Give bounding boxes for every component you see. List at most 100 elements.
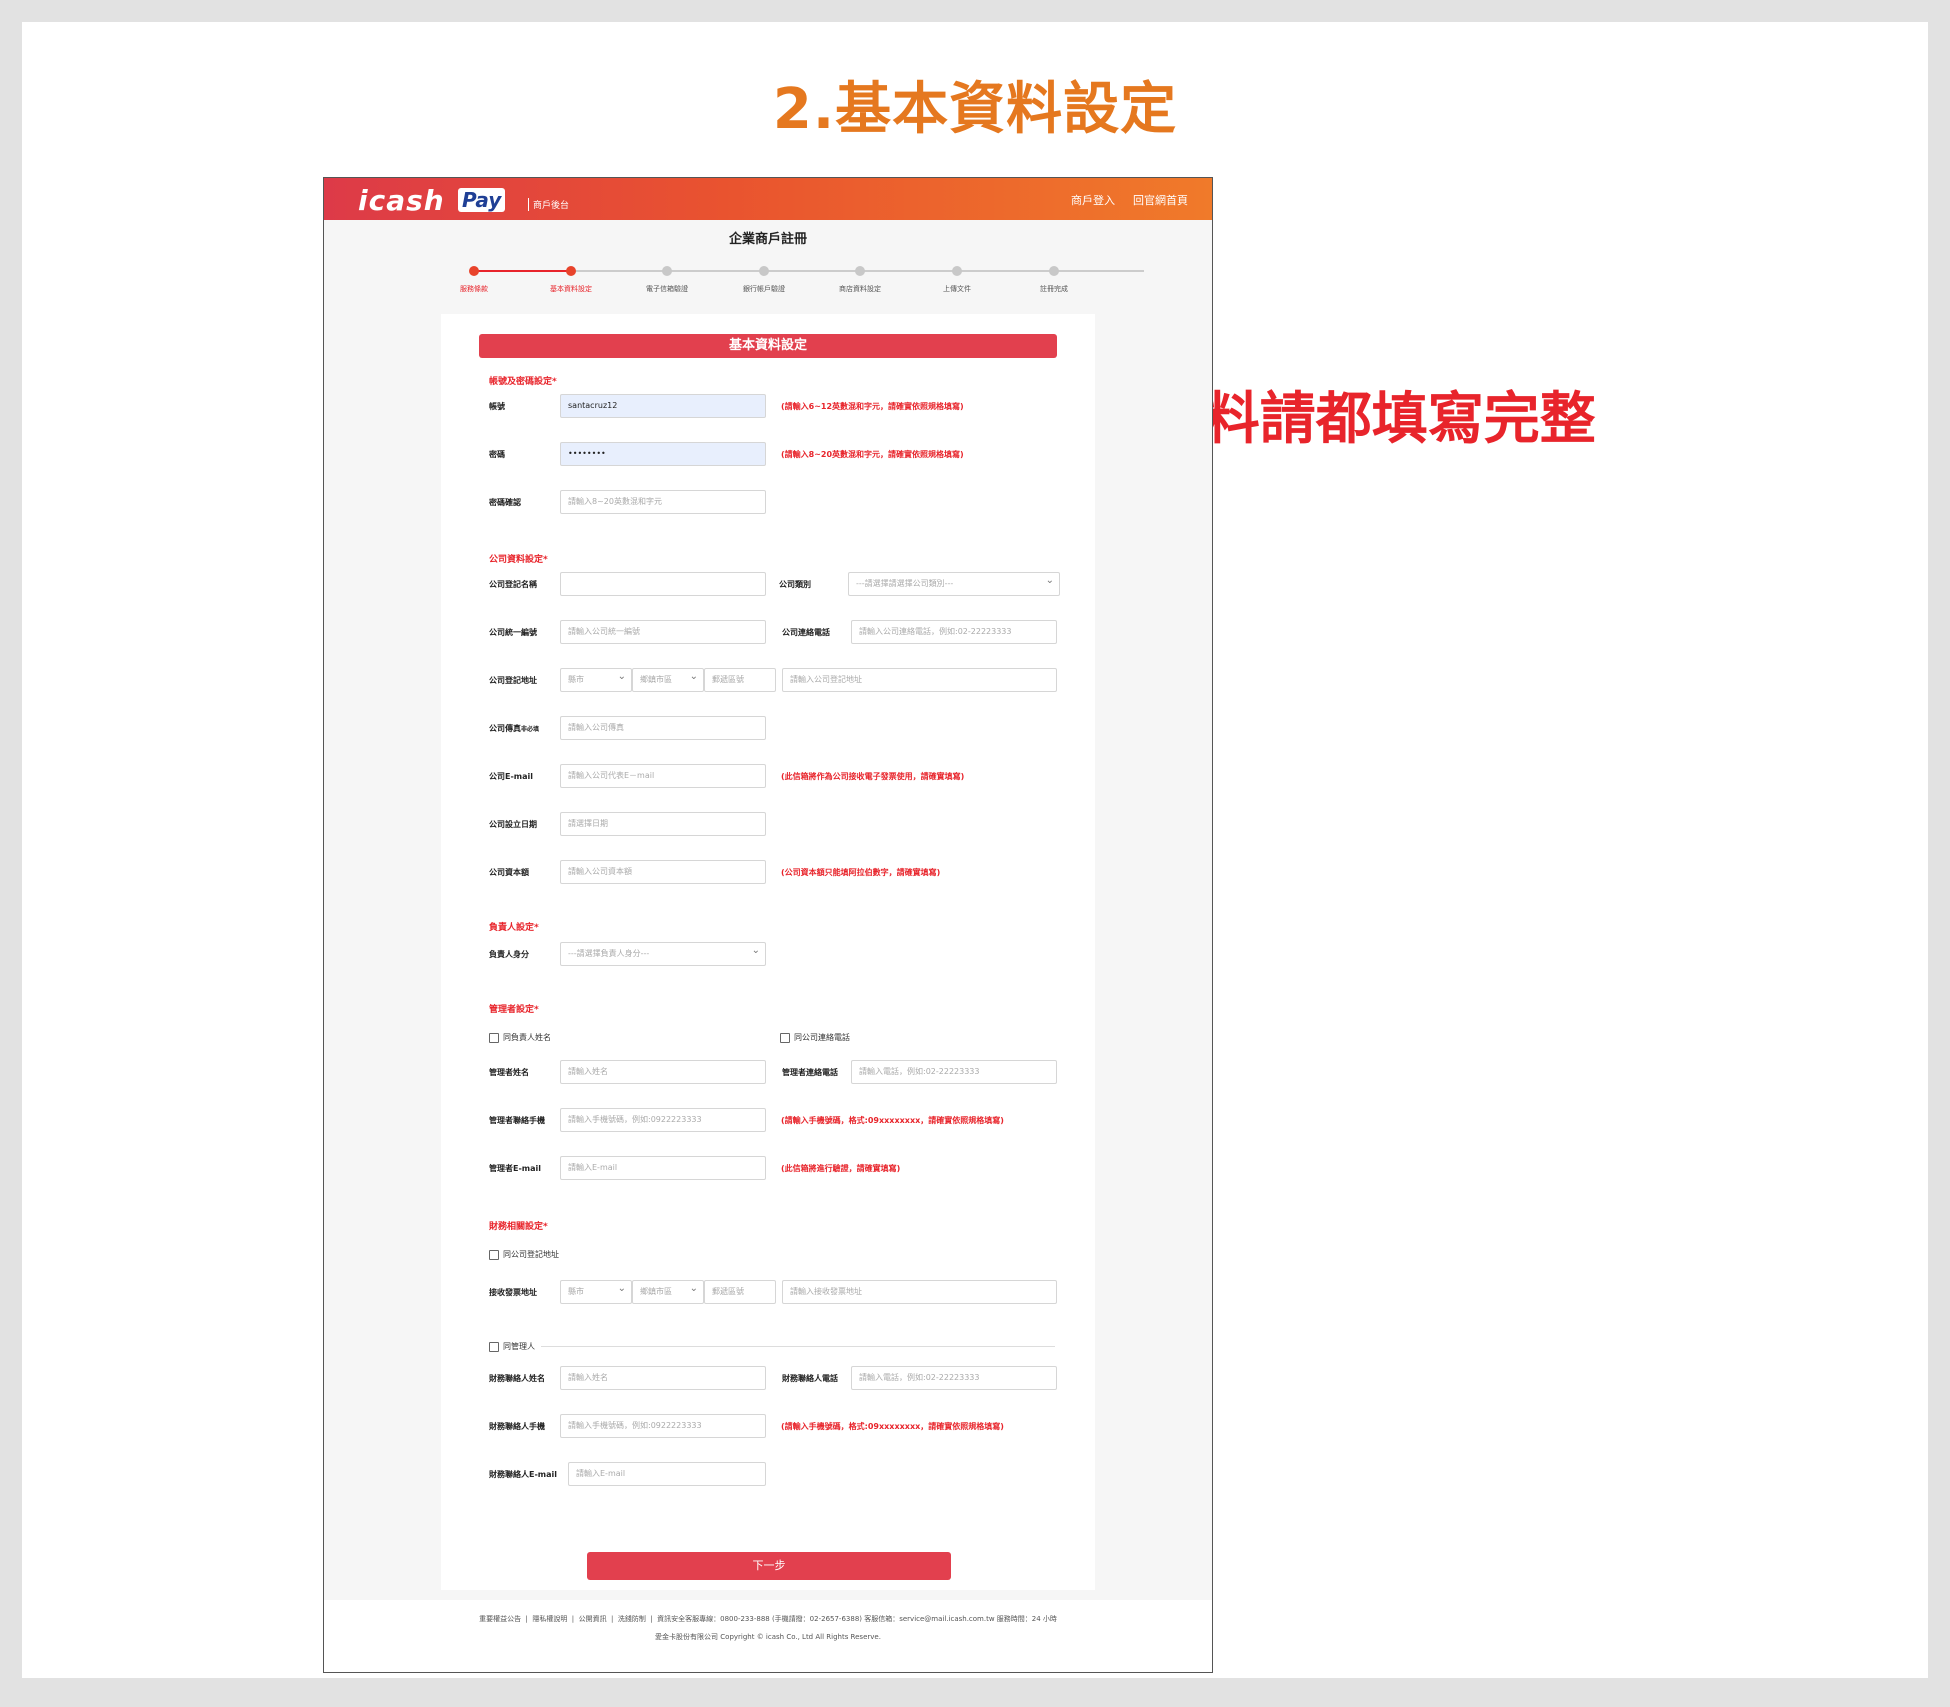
step-dot <box>566 266 576 276</box>
next-step-button[interactable]: 下一步 <box>587 1552 951 1580</box>
company-email-hint: (此信箱將作為公司接收電子發票使用，請確實填寫) <box>781 772 965 781</box>
footer-link-public-info[interactable]: 公開資訊 <box>579 1615 607 1623</box>
page-title: 企業商戶註冊 <box>728 232 807 247</box>
invoice-address-input[interactable]: 請輸入接收發票地址 <box>782 1280 1057 1304</box>
step-dot <box>759 266 769 276</box>
progress-stepper: 服務條款 基本資料設定 電子信箱驗證 銀行帳戶驗證 商店資料設定 上傳文件 註冊… <box>460 266 1144 306</box>
fax-label-text: 公司傳真 <box>489 724 521 733</box>
icash-logo[interactable]: icash <box>358 184 445 217</box>
password-hint: (請輸入8~20英數混和字元，請確實依照規格填寫) <box>781 450 964 459</box>
password-input[interactable]: •••••••• <box>560 442 766 466</box>
form-card: 基本資料設定 帳號及密碼設定* 帳號 santacruz12 (請輸入6~12英… <box>441 314 1095 1590</box>
invoice-city-select[interactable]: 縣市 <box>560 1280 632 1304</box>
company-email-label: 公司E-mail <box>489 772 534 781</box>
company-type-label: 公司類別 <box>779 580 811 589</box>
finance-mobile-label: 財務聯絡人手機 <box>489 1422 545 1431</box>
slide: 2.基本資料設定 ← *資料請都填寫完整 icash Pay 商戶後台 商戶登入… <box>22 22 1928 1678</box>
manager-phone-label: 管理者連絡電話 <box>782 1068 838 1077</box>
fax-optional-tag: 非必填 <box>521 726 540 733</box>
same-company-phone-checkbox[interactable]: 同公司連絡電話 <box>780 1032 850 1043</box>
logo-subtitle: 商戶後台 <box>528 198 569 211</box>
step-dot <box>469 266 479 276</box>
footer-link-rights[interactable]: 重要權益公告 <box>479 1615 521 1623</box>
manager-name-input[interactable]: 請輸入姓名 <box>560 1060 766 1084</box>
divider <box>541 1346 1055 1347</box>
manager-name-label: 管理者姓名 <box>489 1068 529 1077</box>
company-address-label: 公司登記地址 <box>489 676 537 685</box>
manager-email-label: 管理者E-mail <box>489 1164 542 1173</box>
slide-title: 2.基本資料設定 <box>772 77 1178 142</box>
checkbox-label: 同負責人姓名 <box>503 1033 551 1042</box>
manager-phone-input[interactable]: 請輸入電話，例如:02-22223333 <box>851 1060 1057 1084</box>
city-select[interactable]: 縣市 <box>560 668 632 692</box>
step-3: 電子信箱驗證 <box>617 266 717 294</box>
footer-copyright: 愛金卡股份有限公司 Copyright © icash Co., Ltd All… <box>655 1633 881 1641</box>
checkbox-box[interactable] <box>489 1341 499 1352</box>
tax-id-label: 公司統一編號 <box>489 628 537 637</box>
company-address-input[interactable]: 請輸入公司登記地址 <box>782 668 1057 692</box>
pay-logo: Pay <box>458 188 506 212</box>
password-confirm-input[interactable]: 請輸入8~20英數混和字元 <box>560 490 766 514</box>
manager-section-title: 管理者設定* <box>489 1005 539 1015</box>
company-name-input[interactable] <box>560 572 766 596</box>
zip-input[interactable]: 郵遞區號 <box>704 668 776 692</box>
capital-input[interactable]: 請輸入公司資本額 <box>560 860 766 884</box>
account-hint: (請輸入6~12英數混和字元，請確實依照規格填寫) <box>781 402 964 411</box>
form-banner: 基本資料設定 <box>479 334 1057 358</box>
step-5: 商店資料設定 <box>810 266 910 294</box>
district-select[interactable]: 鄉鎮市區 <box>632 668 704 692</box>
step-1: 服務條款 <box>424 266 524 294</box>
manager-mobile-hint: (請輸入手機號碼，格式:09xxxxxxxx，請確實依照規格填寫) <box>781 1116 1004 1125</box>
invoice-zip-input[interactable]: 郵遞區號 <box>704 1280 776 1304</box>
checkbox-box[interactable] <box>780 1032 790 1043</box>
footer-link-aml[interactable]: 洗錢防制 <box>618 1615 646 1623</box>
checkbox-label: 同管理人 <box>503 1342 535 1351</box>
tax-id-input[interactable]: 請輸入公司統一編號 <box>560 620 766 644</box>
same-manager-checkbox[interactable]: 同管理人 <box>489 1341 535 1352</box>
finance-name-label: 財務聯絡人姓名 <box>489 1374 545 1383</box>
company-section-title: 公司資料設定* <box>489 555 548 565</box>
step-2: 基本資料設定 <box>521 266 621 294</box>
finance-phone-label: 財務聯絡人電話 <box>782 1374 838 1383</box>
fax-input[interactable]: 請輸入公司傳真 <box>560 716 766 740</box>
company-phone-input[interactable]: 請輸入公司連絡電話，例如:02-22223333 <box>851 620 1057 644</box>
footer-link-privacy[interactable]: 隱私權說明 <box>532 1615 567 1623</box>
finance-email-label: 財務聯絡人E-mail <box>489 1470 558 1479</box>
checkbox-label: 同公司登記地址 <box>503 1250 559 1259</box>
password-label: 密碼 <box>489 450 505 459</box>
account-input[interactable]: santacruz12 <box>560 394 766 418</box>
finance-section-title: 財務相關設定* <box>489 1222 548 1232</box>
invoice-district-select[interactable]: 鄉鎮市區 <box>632 1280 704 1304</box>
step-7: 註冊完成 <box>1004 266 1104 294</box>
invoice-address-label: 接收發票地址 <box>489 1288 537 1297</box>
fax-label: 公司傳真非必填 <box>489 723 539 734</box>
finance-mobile-input[interactable]: 請輸入手機號碼，例如:0922223333 <box>560 1414 766 1438</box>
owner-identity-select[interactable]: ---請選擇負責人身分--- <box>560 942 766 966</box>
company-email-input[interactable]: 請輸入公司代表E－mail <box>560 764 766 788</box>
manager-mobile-input[interactable]: 請輸入手機號碼，例如:0922223333 <box>560 1108 766 1132</box>
step-dot <box>855 266 865 276</box>
finance-email-input[interactable]: 請輸入E-mail <box>568 1462 766 1486</box>
merchant-login-link[interactable]: 商戶登入 <box>1071 192 1115 208</box>
company-type-select[interactable]: ---請選擇請選擇公司類別--- <box>848 572 1060 596</box>
finance-phone-input[interactable]: 請輸入電話，例如:02-22223333 <box>851 1366 1057 1390</box>
top-bar: icash Pay 商戶後台 商戶登入 回官網首頁 <box>324 178 1212 220</box>
finance-name-input[interactable]: 請輸入姓名 <box>560 1366 766 1390</box>
same-company-address-checkbox[interactable]: 同公司登記地址 <box>489 1249 559 1260</box>
password-confirm-label: 密碼確認 <box>489 498 521 507</box>
official-home-link[interactable]: 回官網首頁 <box>1133 192 1188 208</box>
checkbox-box[interactable] <box>489 1249 499 1260</box>
step-6: 上傳文件 <box>907 266 1007 294</box>
step-dot <box>662 266 672 276</box>
footer-contact: 資訊安全客服專線：0800-233-888 (手機請撥：02-2657-6388… <box>657 1615 1057 1623</box>
screenshot-frame: icash Pay 商戶後台 商戶登入 回官網首頁 企業商戶註冊 服務條款 基本… <box>323 177 1213 1673</box>
checkbox-box[interactable] <box>489 1032 499 1043</box>
account-label: 帳號 <box>489 402 505 411</box>
same-owner-name-checkbox[interactable]: 同負責人姓名 <box>489 1032 551 1043</box>
founded-date-input[interactable]: 請選擇日期 <box>560 812 766 836</box>
step-dot <box>1049 266 1059 276</box>
owner-identity-label: 負責人身分 <box>489 950 529 959</box>
account-section-title: 帳號及密碼設定* <box>489 377 557 387</box>
owner-section-title: 負責人設定* <box>489 923 539 933</box>
manager-email-input[interactable]: 請輸入E-mail <box>560 1156 766 1180</box>
